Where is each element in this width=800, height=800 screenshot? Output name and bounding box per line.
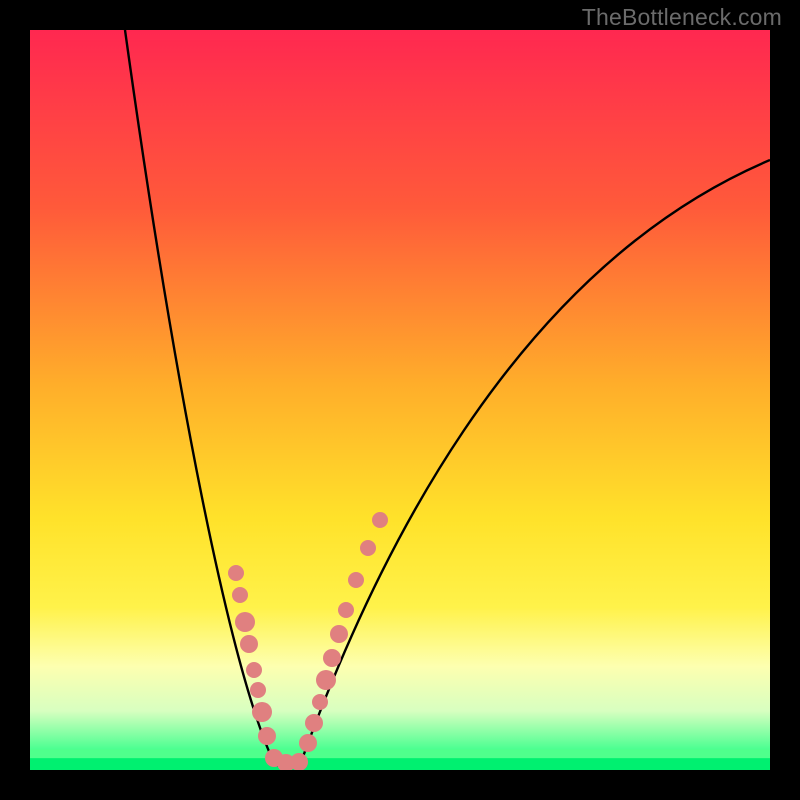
markers-left-dot-7 [258,727,276,745]
markers-right-dot-1 [305,714,323,732]
plot-svg [30,30,770,770]
markers-left-dot-5 [250,682,266,698]
markers-right-dot-7 [348,572,364,588]
watermark-text: TheBottleneck.com [582,4,782,31]
markers-left-dot-2 [235,612,255,632]
markers-right-dot-4 [323,649,341,667]
markers-left-dot-3 [240,635,258,653]
markers-right-dot-3 [316,670,336,690]
markers-left-dot-6 [252,702,272,722]
markers-right-dot-2 [312,694,328,710]
markers-right-dot-8 [360,540,376,556]
markers-right-dot-5 [330,625,348,643]
green-band-1 [30,758,770,770]
markers-right-dot-0 [299,734,317,752]
markers-right-dot-6 [338,602,354,618]
markers-right-dot-9 [372,512,388,528]
green-band-0 [30,749,770,758]
plot-area [30,30,770,770]
markers-left-dot-0 [228,565,244,581]
chart-frame: TheBottleneck.com [0,0,800,800]
markers-left-dot-1 [232,587,248,603]
markers-left-dot-4 [246,662,262,678]
